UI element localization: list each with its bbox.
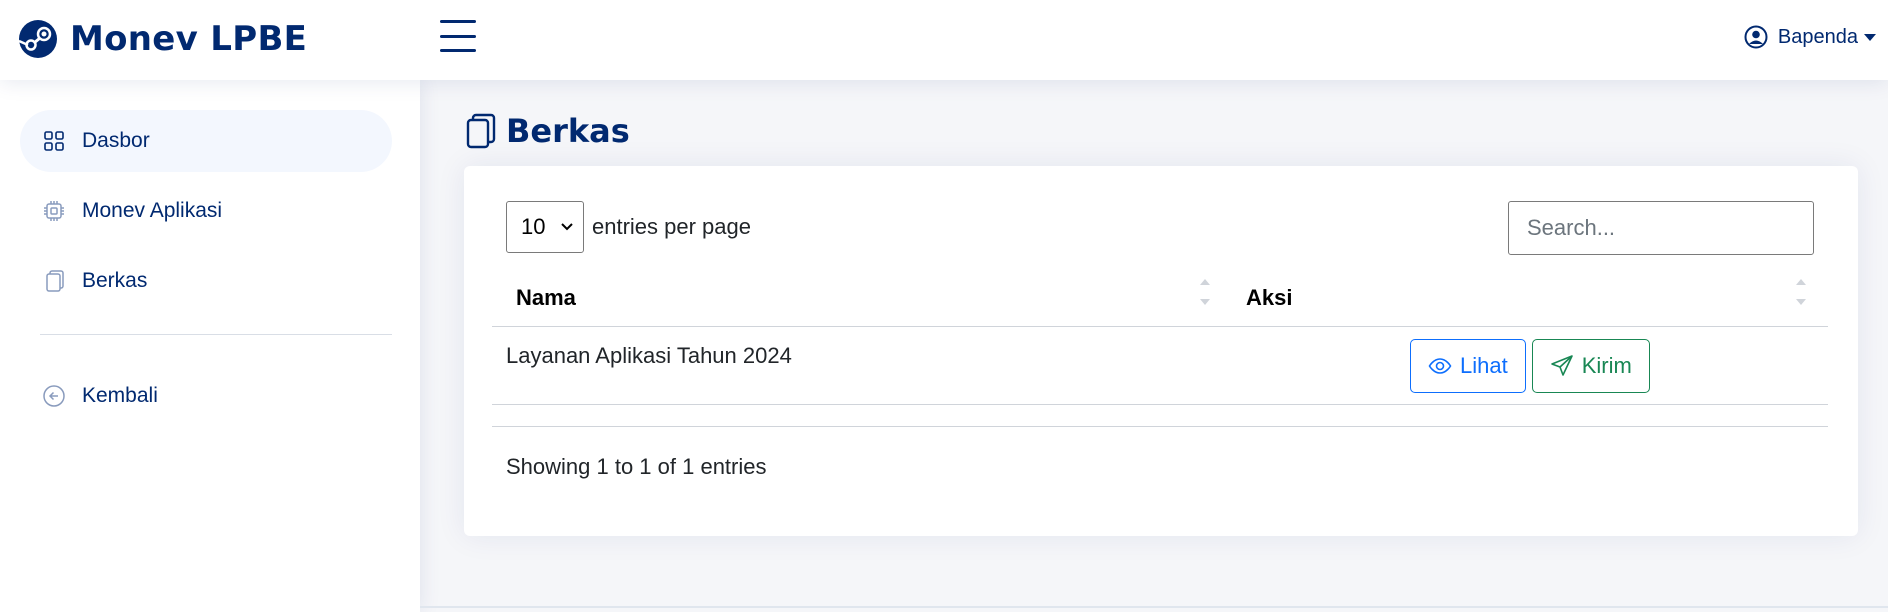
sidebar-item-monev-aplikasi[interactable]: Monev Aplikasi — [20, 180, 392, 242]
sort-icon — [1200, 279, 1210, 305]
per-page-value: 10 — [521, 214, 546, 239]
view-button-label: Lihat — [1460, 352, 1508, 378]
cell-aksi: Lihat Kirim — [1232, 327, 1828, 404]
files-icon — [46, 270, 64, 292]
cell-nama: Layanan Aplikasi Tahun 2024 — [506, 343, 792, 368]
user-menu-dropdown[interactable]: Bapenda — [1744, 22, 1876, 52]
sidebar-item-label: Monev Aplikasi — [82, 199, 223, 222]
hamburger-line — [440, 20, 476, 23]
sidebar-item-label: Kembali — [82, 384, 158, 407]
footer-divider — [420, 606, 1888, 608]
search-input[interactable] — [1508, 201, 1814, 255]
berkas-card: 10 entries per page Nama Aksi Layanan Ap… — [464, 166, 1858, 536]
table-row: Layanan Aplikasi Tahun 2024 Lihat Kirim — [492, 327, 1828, 405]
grid-icon — [44, 131, 64, 151]
sidebar-divider — [40, 334, 392, 335]
sort-icon — [1796, 279, 1806, 305]
hamburger-line — [440, 34, 476, 38]
hamburger-line — [440, 49, 476, 52]
column-label: Aksi — [1246, 284, 1293, 310]
sidebar-item-dasbor[interactable]: Dasbor — [20, 110, 392, 172]
send-button[interactable]: Kirim — [1531, 338, 1650, 393]
sidebar-item-berkas[interactable]: Berkas — [20, 250, 392, 312]
top-header: Monev LPBE Bapenda — [0, 0, 1888, 80]
send-button-label: Kirim — [1581, 352, 1632, 378]
table-footer-divider — [492, 405, 1828, 427]
sidebar: Dasbor Monev Aplikasi Berkas Kembali — [0, 80, 420, 612]
sidebar-item-label: Berkas — [82, 269, 148, 292]
entries-per-page-select[interactable]: 10 — [506, 201, 584, 253]
per-page-label: entries per page — [592, 214, 751, 239]
brand[interactable]: Monev LPBE — [18, 18, 307, 60]
menu-toggle-button[interactable] — [440, 20, 476, 52]
caret-down-icon — [1864, 33, 1876, 41]
page-title-text: Berkas — [506, 112, 630, 150]
brand-name: Monev LPBE — [70, 19, 308, 59]
datatable-length: 10 entries per page — [506, 201, 751, 253]
sidebar-item-kembali[interactable]: Kembali — [20, 365, 392, 427]
files-icon — [466, 113, 496, 149]
column-header-aksi[interactable]: Aksi — [1232, 269, 1828, 326]
column-label: Nama — [516, 284, 576, 310]
table-header: Nama Aksi — [492, 269, 1828, 327]
cpu-icon — [44, 201, 64, 221]
datatable-info: Showing 1 to 1 of 1 entries — [506, 454, 767, 479]
person-circle-icon — [1744, 25, 1768, 49]
page-title: Berkas — [466, 110, 630, 152]
sidebar-item-label: Dasbor — [82, 129, 150, 152]
berkas-table: Nama Aksi Layanan Aplikasi Tahun 2024 Li… — [492, 269, 1828, 427]
send-icon — [1550, 354, 1573, 376]
column-header-nama[interactable]: Nama — [492, 269, 1232, 326]
arrow-left-circle-icon — [43, 385, 65, 407]
eye-icon — [1428, 357, 1452, 374]
steam-logo-icon — [18, 20, 57, 58]
user-name: Bapenda — [1777, 25, 1858, 48]
chevron-down-icon — [561, 223, 573, 231]
view-button[interactable]: Lihat — [1410, 338, 1526, 393]
